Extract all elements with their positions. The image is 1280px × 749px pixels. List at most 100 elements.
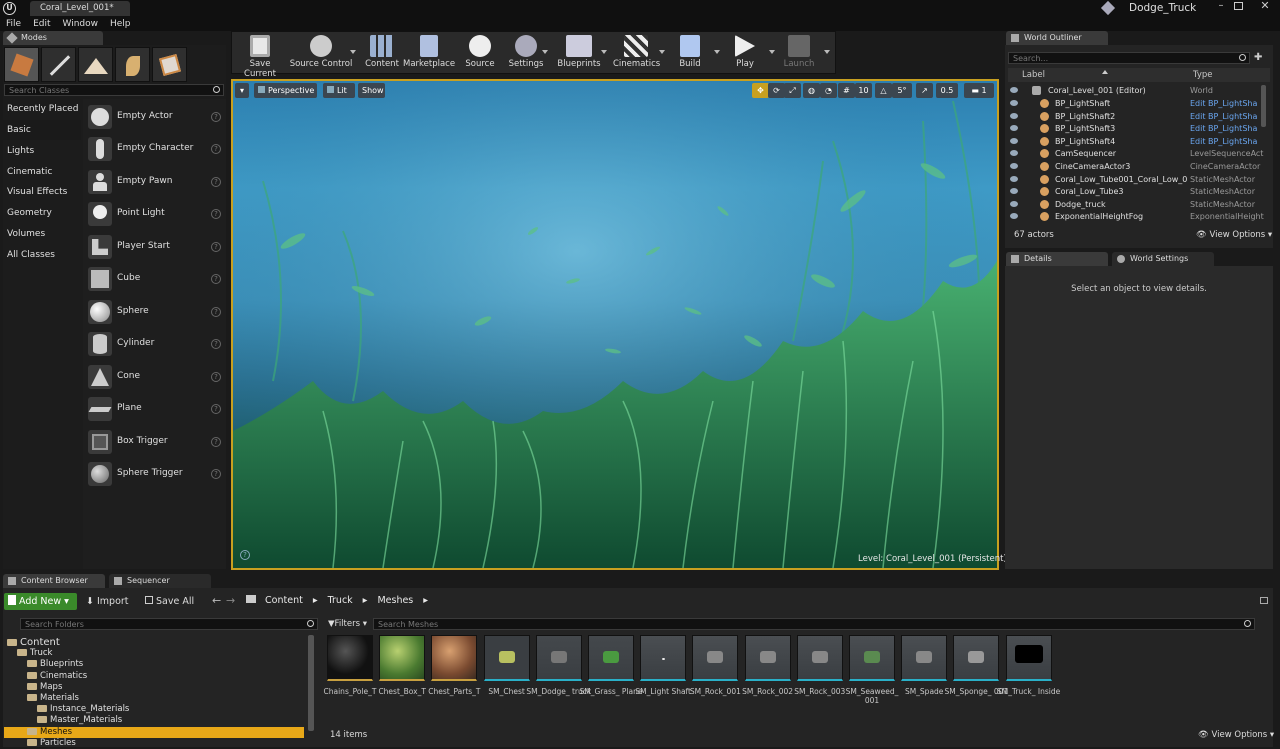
help-icon[interactable]: ? [211,144,221,154]
help-icon[interactable]: ? [211,177,221,187]
settings-button[interactable]: Settings [506,32,546,72]
visibility-eye-icon[interactable] [1010,213,1018,220]
place-item-cube[interactable]: Cube? [85,264,225,294]
menu-window[interactable]: Window [57,17,105,31]
folder-tree-scrollbar[interactable] [308,635,314,731]
folder-tree-item[interactable]: Materials [27,693,79,704]
visibility-eye-icon[interactable] [1010,87,1018,93]
help-icon[interactable]: ? [211,112,221,122]
folder-tree-item[interactable]: Maps [27,682,62,693]
dropdown-arrow-icon[interactable] [714,50,720,54]
menu-file[interactable]: File [0,17,27,31]
camera-speed-icon[interactable]: ▬ 1 [964,83,994,98]
cinematics-button[interactable]: Cinematics [613,32,660,72]
category-lights[interactable]: Lights [3,141,81,161]
world-local-icon[interactable]: ◍ [803,83,820,98]
place-item-point-light[interactable]: Point Light? [85,199,225,229]
build-button[interactable]: Build [673,32,707,72]
outliner-row-type[interactable]: Edit BP_LightSha [1190,122,1270,135]
add-actor-icon[interactable]: ✚ [1254,52,1266,64]
help-icon[interactable]: ? [211,404,221,414]
save-all-button[interactable]: Save All [145,593,194,610]
help-icon[interactable]: ? [211,437,221,447]
folder-tree-item[interactable]: Meshes [4,726,304,738]
asset-tile[interactable]: Chains_Pole_T [324,635,376,696]
dropdown-arrow-icon[interactable] [824,50,830,54]
breadcrumb-truck[interactable]: Truck [328,595,353,606]
outliner-row[interactable]: CineCameraActor3 CineCameraActor [1008,160,1270,173]
dropdown-arrow-icon[interactable] [601,50,607,54]
asset-tile[interactable]: SM_Rock_001 [690,635,741,696]
place-item-player-start[interactable]: Player Start? [85,232,225,262]
outliner-row[interactable]: Coral_Low_Tube3 StaticMeshActor [1008,185,1270,198]
forward-arrow-icon[interactable]: → [226,594,235,607]
asset-tile[interactable]: SM_Rock_003 [794,635,845,696]
scale-icon[interactable]: ⤢ [784,83,801,98]
menu-edit[interactable]: Edit [27,17,56,31]
back-arrow-icon[interactable]: ← [212,594,221,607]
breadcrumb-meshes[interactable]: Meshes [377,595,413,606]
tab-world-outliner[interactable]: World Outliner [1006,31,1108,45]
outliner-row[interactable]: CamSequencer LevelSequenceAct [1008,147,1270,160]
place-item-sphere-trigger[interactable]: Sphere Trigger? [85,459,225,489]
maximize-button[interactable] [1234,2,1243,10]
visibility-eye-icon[interactable] [1010,100,1018,106]
place-item-sphere[interactable]: Sphere? [85,297,225,327]
geometry-mode-icon[interactable] [152,47,187,82]
search-meshes-input[interactable]: Search Meshes [373,618,1255,630]
help-icon[interactable]: ? [211,274,221,284]
filters-dropdown[interactable]: ▼Filters ▾ [328,618,367,630]
landscape-mode-icon[interactable] [78,47,113,82]
outliner-row[interactable]: BP_LightShaft4 Edit BP_LightSha [1008,135,1270,148]
minimize-button[interactable]: – [1214,0,1228,12]
asset-tile[interactable]: SM_Dodge_ truck [526,635,591,696]
place-item-empty-character[interactable]: Empty Character? [85,134,225,164]
help-icon[interactable]: ? [211,307,221,317]
import-button[interactable]: ⬇ Import [86,593,129,610]
tab-world-settings[interactable]: World Settings [1112,252,1214,266]
asset-tile[interactable]: SM_Spade [901,635,948,696]
asset-tile[interactable]: SM_Truck_ Inside [997,635,1060,696]
outliner-root-row[interactable]: Coral_Level_001 (Editor) World [1008,84,1270,97]
place-item-empty-actor[interactable]: Empty Actor? [85,102,225,132]
tab-details[interactable]: Details [1006,252,1108,266]
help-icon[interactable]: ? [211,209,221,219]
visibility-eye-icon[interactable] [1010,200,1018,207]
category-visual-effects[interactable]: Visual Effects [3,182,81,202]
level-tab[interactable]: Coral_Level_001* [30,1,130,16]
dropdown-arrow-icon[interactable] [350,50,356,54]
help-icon[interactable]: ? [211,372,221,382]
level-viewport[interactable] [231,79,999,570]
content-view-options[interactable]: 👁 View Options ▾ [1198,730,1274,740]
foliage-mode-icon[interactable] [115,47,150,82]
save-current-button[interactable]: Save Current [233,32,287,79]
folder-tree-item[interactable]: Content [7,637,60,648]
perspective-dropdown[interactable]: Perspective [254,83,317,98]
asset-tile[interactable]: SM_Grass_ Plane [580,635,643,696]
folder-tree-item[interactable]: Instance_Materials [37,704,129,715]
place-item-cone[interactable]: Cone? [85,362,225,392]
visibility-eye-icon[interactable] [1010,175,1018,182]
paint-mode-icon[interactable] [41,47,76,82]
category-volumes[interactable]: Volumes [3,224,81,244]
surface-snap-icon[interactable]: ◔ [820,83,837,98]
help-icon[interactable]: ? [211,242,221,252]
asset-tile[interactable]: SM_Rock_002 [742,635,793,696]
transform-toggle-icon[interactable]: ✥ [752,83,769,98]
outliner-view-options[interactable]: 👁 View Options ▾ [1196,230,1272,240]
category-cinematic[interactable]: Cinematic [3,162,81,182]
folder-tree-item[interactable]: Master_Materials [37,715,122,726]
outliner-row[interactable]: Dodge_truck StaticMeshActor [1008,198,1270,211]
grid-snap-icon[interactable]: # [838,83,855,98]
visibility-eye-icon[interactable] [1010,188,1018,195]
viewport-options-dropdown[interactable]: ▾ [235,83,249,98]
folder-tree-item[interactable]: Particles [27,738,76,749]
visibility-eye-icon[interactable] [1010,112,1018,119]
place-item-plane[interactable]: Plane? [85,394,225,424]
rotate-icon[interactable]: ⟳ [768,83,785,98]
column-label-header[interactable]: Label [1022,68,1045,82]
visibility-eye-icon[interactable] [1010,125,1018,132]
outliner-scrollbar[interactable] [1261,85,1266,127]
help-icon[interactable]: ? [211,339,221,349]
search-classes-input[interactable]: Search Classes [4,84,224,96]
